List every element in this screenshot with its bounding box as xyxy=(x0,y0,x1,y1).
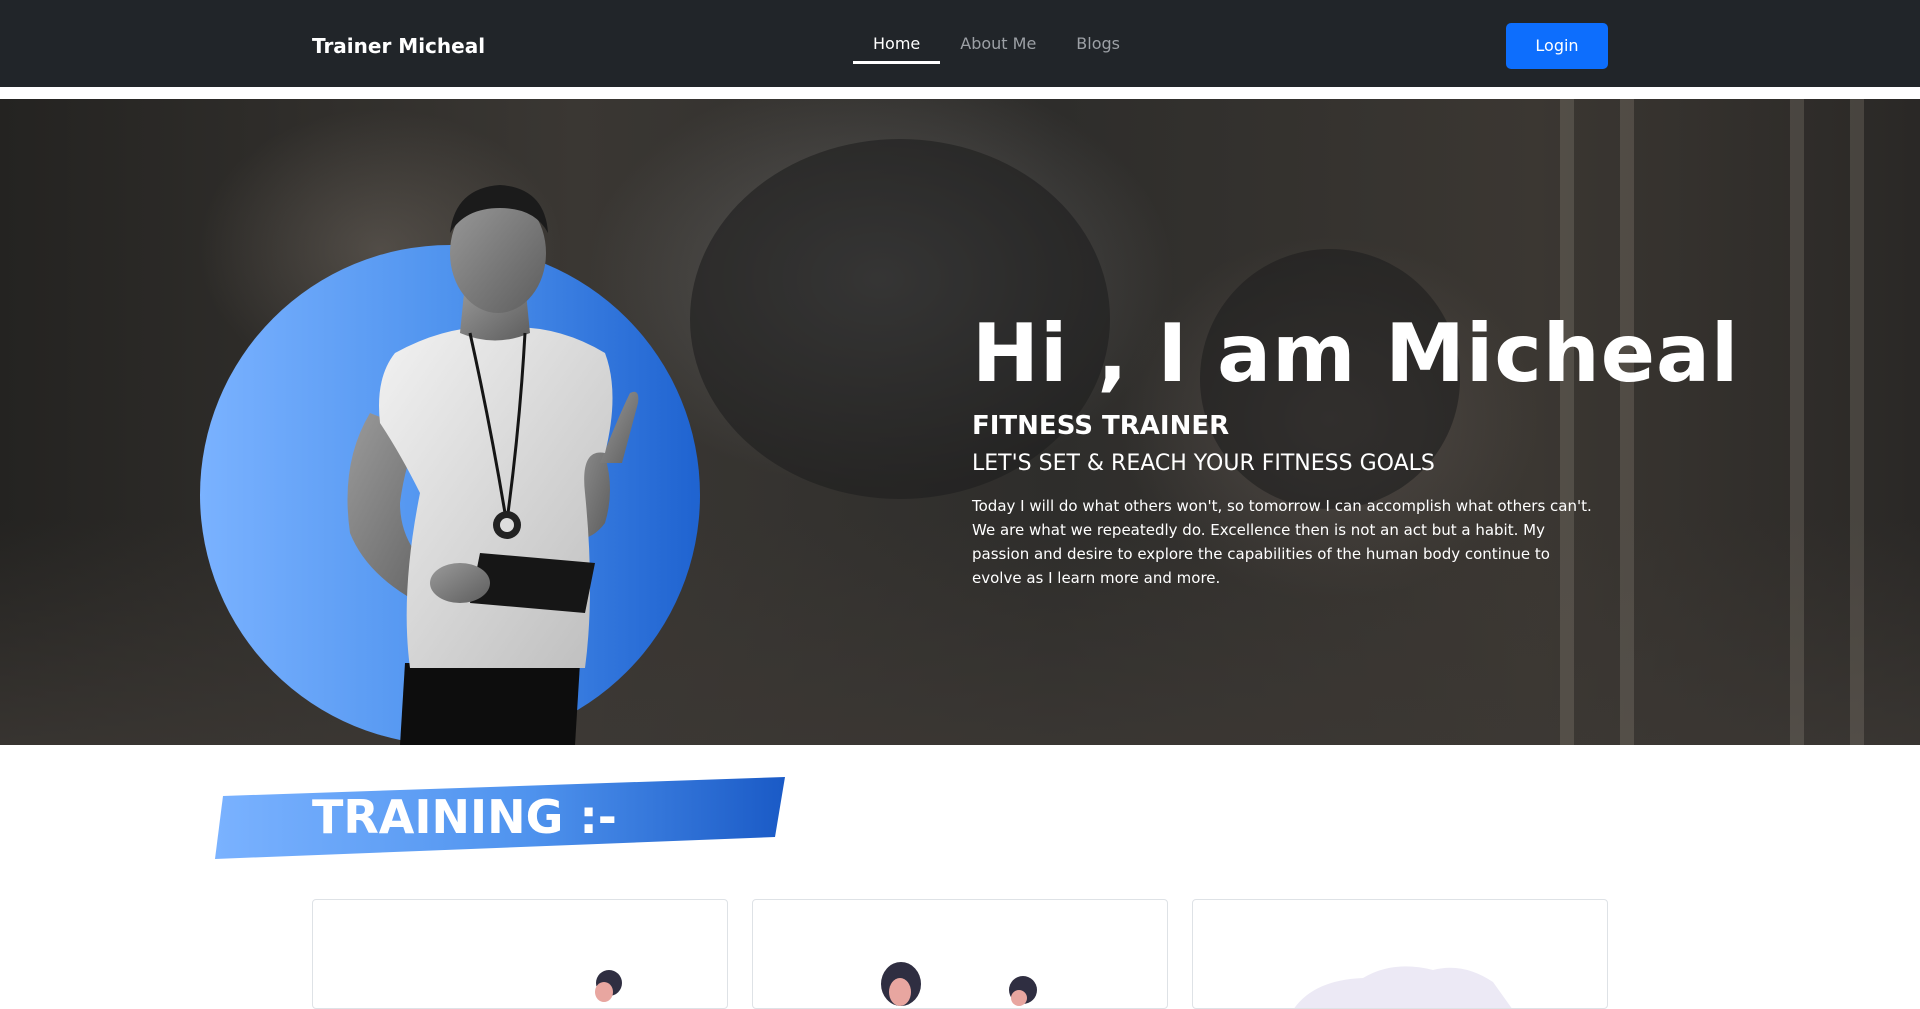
hero-description: Today I will do what others won't, so to… xyxy=(972,497,1592,587)
navbar: Trainer Micheal Home About Me Blogs Logi… xyxy=(0,0,1920,93)
training-card[interactable] xyxy=(312,899,728,1009)
trainer-photo xyxy=(347,185,639,745)
hero-background-bar xyxy=(1560,99,1574,745)
hero-tagline: LET'S SET & REACH YOUR FITNESS GOALS xyxy=(972,451,1435,476)
training-heading: TRAINING :- xyxy=(312,790,617,844)
nav-link-home[interactable]: Home xyxy=(853,24,941,64)
hero-background-bar xyxy=(1790,99,1804,745)
hero-section: Hi , I am Micheal FITNESS TRAINER LET'S … xyxy=(0,99,1920,745)
nav-link-about-me[interactable]: About Me xyxy=(940,24,1056,64)
training-card[interactable] xyxy=(1192,899,1608,1009)
login-button[interactable]: Login xyxy=(1506,23,1608,69)
training-card-illustration xyxy=(1294,966,1512,1008)
brand-logo[interactable]: Trainer Micheal xyxy=(312,34,485,58)
hero-subtitle: FITNESS TRAINER xyxy=(972,411,1230,441)
hero-background-bar xyxy=(1620,99,1634,745)
training-card-illustration xyxy=(595,970,622,1002)
hero-background-bar xyxy=(1850,99,1864,745)
training-card-illustration xyxy=(881,962,1037,1006)
hero-title: Hi , I am Micheal xyxy=(972,307,1740,400)
nav-links: Home About Me Blogs xyxy=(853,24,1140,64)
nav-link-blogs[interactable]: Blogs xyxy=(1056,24,1140,64)
training-card[interactable] xyxy=(752,899,1168,1009)
